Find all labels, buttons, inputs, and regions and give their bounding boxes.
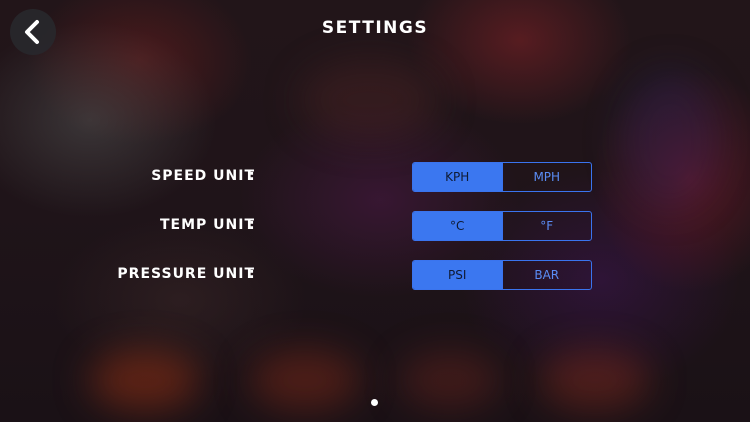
speed-unit-row: SPEED UNIT : KPH MPH <box>0 162 750 192</box>
speed-unit-colon: : <box>249 168 255 184</box>
speed-unit-toggle: KPH MPH <box>412 162 592 192</box>
temp-unit-label: TEMP UNIT <box>159 217 255 233</box>
temp-unit-colon: : <box>249 217 255 233</box>
pressure-unit-toggle: PSI BAR <box>412 260 592 290</box>
temp-unit-row: TEMP UNIT : °C °F <box>0 211 750 241</box>
pressure-unit-bar-option[interactable]: BAR <box>501 261 592 289</box>
speed-unit-label: SPEED UNIT <box>151 168 255 184</box>
temp-unit-celsius-option[interactable]: °C <box>413 212 502 240</box>
temp-unit-fahrenheit-option[interactable]: °F <box>501 212 592 240</box>
background-blob <box>250 350 360 410</box>
background-blob <box>300 60 440 140</box>
temp-unit-toggle: °C °F <box>412 211 592 241</box>
speed-unit-kph-option[interactable]: KPH <box>413 163 502 191</box>
pressure-unit-label: PRESSURE UNIT <box>117 266 255 282</box>
pressure-unit-row: PRESSURE UNIT : PSI BAR <box>0 260 750 290</box>
page-indicator-dot[interactable] <box>371 399 378 406</box>
speed-unit-mph-option[interactable]: MPH <box>501 163 592 191</box>
background-blob <box>540 350 650 410</box>
pressure-unit-psi-option[interactable]: PSI <box>413 261 502 289</box>
page-title: SETTINGS <box>321 18 429 38</box>
pressure-unit-colon: : <box>249 266 255 282</box>
settings-screen: SETTINGS SPEED UNIT : KPH MPH TEMP UNIT … <box>0 0 750 422</box>
background-blob <box>90 350 200 410</box>
background-blob <box>400 352 500 408</box>
